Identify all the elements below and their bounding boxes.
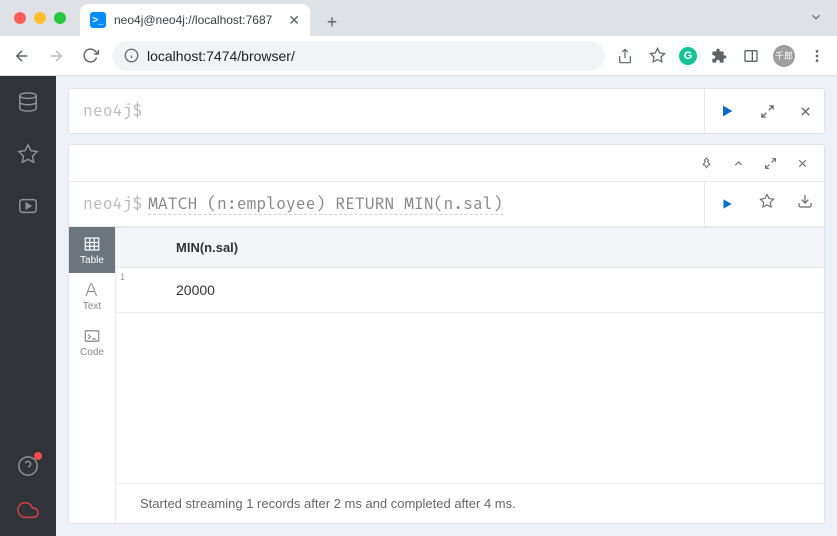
browser-tab[interactable]: >_ neo4j@neo4j://localhost:7687 ✕ (80, 4, 310, 36)
status-bar: Started streaming 1 records after 2 ms a… (116, 483, 824, 523)
run-query-button[interactable] (704, 89, 748, 133)
frame-prompt: neo4j$ (83, 194, 142, 214)
guides-icon[interactable] (16, 194, 40, 218)
tab-title: neo4j@neo4j://localhost:7687 (114, 13, 272, 27)
fullscreen-editor-button[interactable] (748, 92, 786, 130)
app-container: neo4j$ (0, 76, 837, 536)
view-tab-text-label: Text (83, 301, 101, 312)
window-titlebar: >_ neo4j@neo4j://localhost:7687 ✕ + (0, 0, 837, 36)
database-icon[interactable] (16, 90, 40, 114)
result-body: Table Text Code MIN(n.sal) 1 20 (69, 227, 824, 523)
fullscreen-frame-button[interactable] (756, 149, 784, 177)
cloud-icon[interactable] (16, 498, 40, 522)
extensions-button[interactable] (709, 46, 729, 66)
notification-dot-icon (34, 452, 42, 460)
table-row: 1 20000 (116, 268, 824, 313)
frame-query-input[interactable]: neo4j$ MATCH (n:employee) RETURN MIN(n.s… (69, 182, 704, 226)
frame-toolbar (69, 145, 824, 181)
back-button[interactable] (10, 44, 34, 68)
result-table: MIN(n.sal) 1 20000 Started streaming 1 r… (115, 227, 824, 523)
cypher-editor-card: neo4j$ (68, 88, 825, 134)
export-button[interactable] (786, 182, 824, 220)
url-text: localhost:7474/browser/ (147, 48, 295, 64)
forward-button[interactable] (44, 44, 68, 68)
cell-value: 20000 (136, 268, 255, 312)
result-frame: neo4j$ MATCH (n:employee) RETURN MIN(n.s… (68, 144, 825, 524)
window-maximize-button[interactable] (54, 12, 66, 24)
profile-avatar[interactable]: 千郎 (773, 45, 795, 67)
frame-query-text: MATCH (n:employee) RETURN MIN(n.sal) (148, 194, 502, 215)
favorites-star-icon[interactable] (16, 142, 40, 166)
cypher-editor-input[interactable]: neo4j$ (69, 89, 704, 133)
view-tab-table[interactable]: Table (69, 227, 115, 273)
view-tab-table-label: Table (80, 255, 104, 266)
pin-frame-button[interactable] (692, 149, 720, 177)
close-frame-button[interactable] (788, 149, 816, 177)
close-editor-button[interactable] (786, 92, 824, 130)
extension-grammarly-icon[interactable]: G (679, 47, 697, 65)
site-info-icon[interactable] (124, 48, 139, 63)
view-tab-code[interactable]: Code (69, 319, 115, 365)
row-index: 1 (116, 268, 136, 312)
address-bar[interactable]: localhost:7474/browser/ (112, 41, 605, 71)
share-button[interactable] (615, 46, 635, 66)
window-close-button[interactable] (14, 12, 26, 24)
view-tabs: Table Text Code (69, 227, 115, 523)
side-panel-button[interactable] (741, 46, 761, 66)
main-area: neo4j$ (56, 76, 837, 536)
browser-menu-button[interactable] (807, 46, 827, 66)
empty-space (116, 313, 824, 483)
browser-toolbar: localhost:7474/browser/ G 千郎 (0, 36, 837, 76)
frame-query-row: neo4j$ MATCH (n:employee) RETURN MIN(n.s… (69, 181, 824, 227)
view-tab-text[interactable]: Text (69, 273, 115, 319)
tab-favicon: >_ (90, 12, 106, 28)
window-controls (14, 12, 66, 24)
new-tab-button[interactable]: + (318, 8, 346, 36)
bookmark-star-button[interactable] (647, 46, 667, 66)
tab-close-button[interactable]: ✕ (288, 12, 300, 29)
reload-button[interactable] (78, 44, 102, 68)
window-minimize-button[interactable] (34, 12, 46, 24)
editor-prompt: neo4j$ (83, 101, 142, 121)
app-sidebar (0, 76, 56, 536)
tabs-dropdown-button[interactable] (809, 10, 823, 24)
column-header: MIN(n.sal) (116, 227, 824, 268)
rerun-query-button[interactable] (704, 182, 748, 226)
view-tab-code-label: Code (80, 347, 104, 358)
help-icon[interactable] (16, 454, 40, 478)
save-favorite-button[interactable] (748, 182, 786, 220)
collapse-frame-button[interactable] (724, 149, 752, 177)
